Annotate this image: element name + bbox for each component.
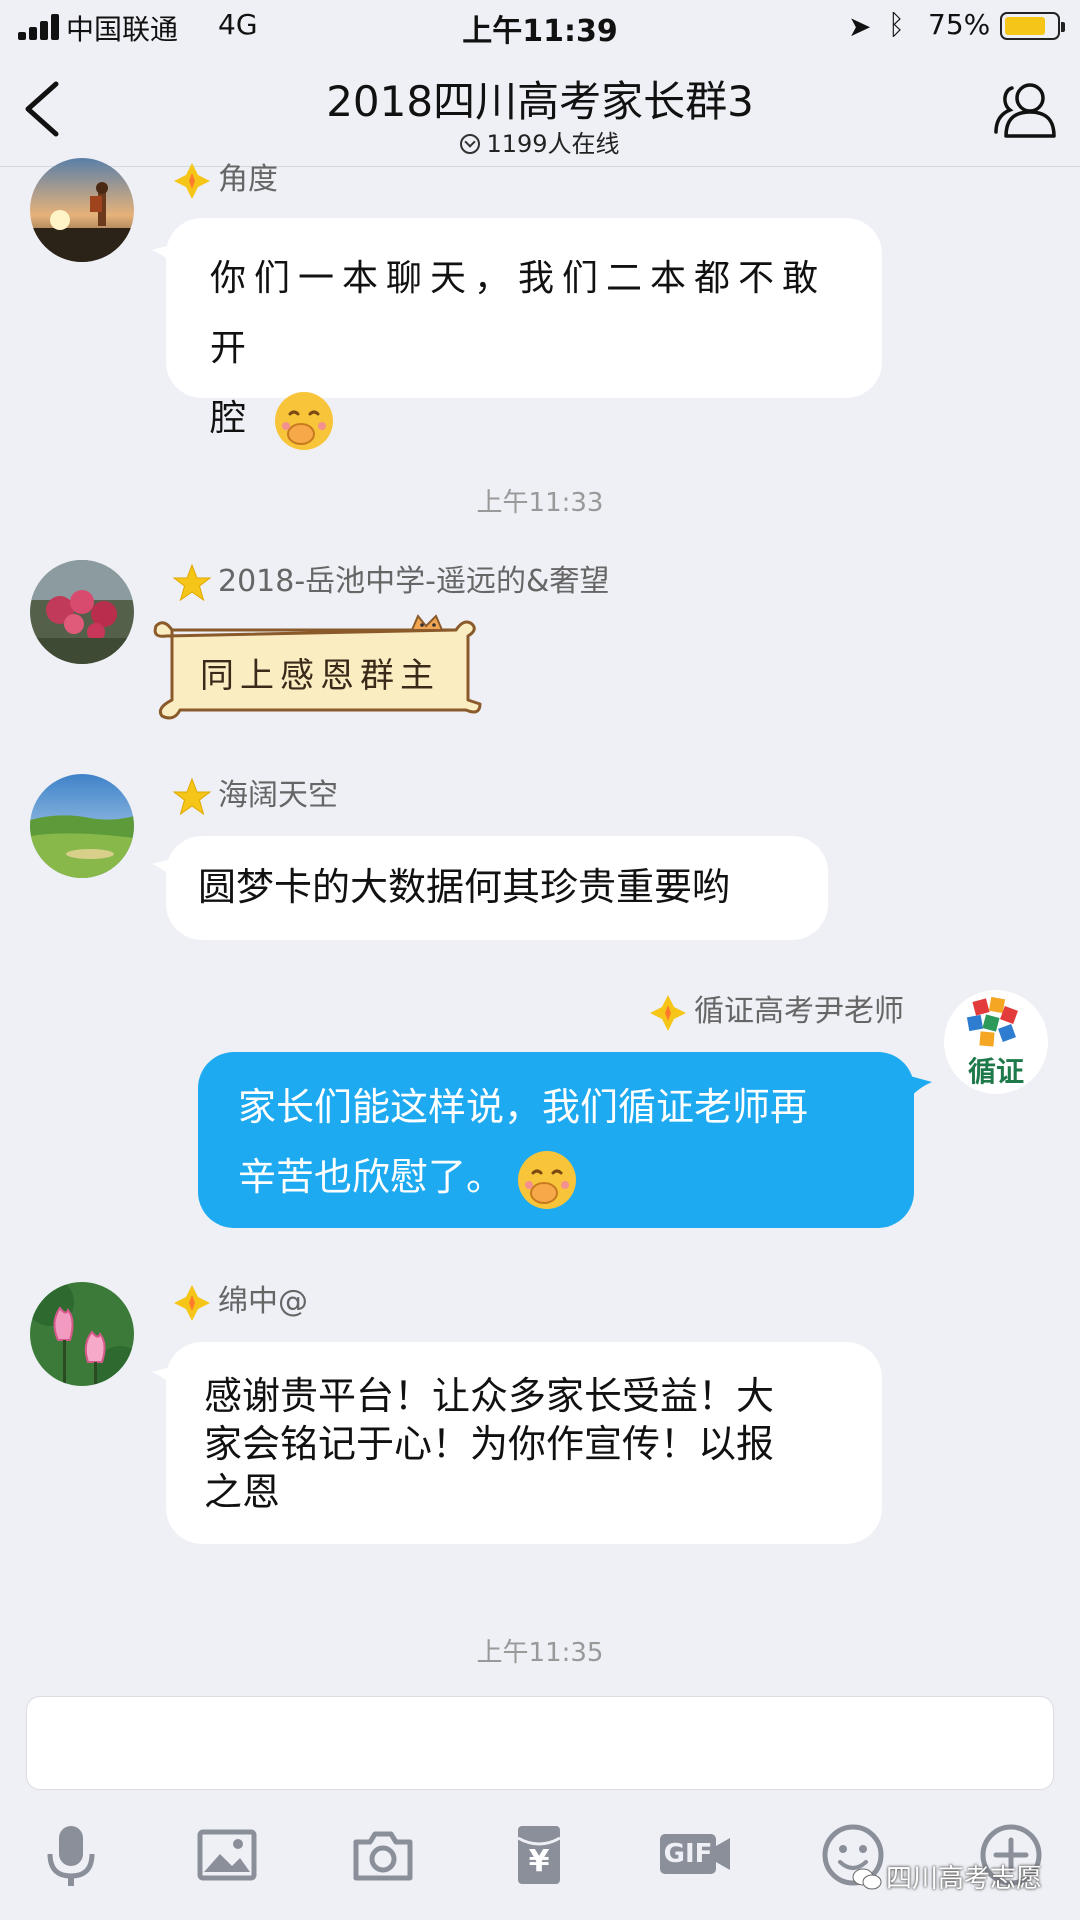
camera-icon[interactable] xyxy=(348,1820,418,1890)
wechat-icon xyxy=(852,1868,882,1890)
sender-name: 绵中@ xyxy=(172,1280,308,1324)
group-title[interactable]: 2018四川高考家长群3 xyxy=(0,68,1080,129)
sender-name: 循证高考尹老师 xyxy=(648,990,904,1034)
battery-icon xyxy=(1000,12,1065,40)
battery-percentage: 75% xyxy=(928,8,991,41)
timestamp: 上午11:35 xyxy=(476,1638,604,1668)
sender-name-text: 2018-岳池中学-遥远的&奢望 xyxy=(218,564,610,599)
message-text: 腔 xyxy=(210,398,255,439)
status-clock: 上午11:39 xyxy=(462,14,618,49)
sender-name-text: 绵中@ xyxy=(218,1284,308,1319)
group-members-icon[interactable] xyxy=(992,80,1058,140)
star-badge-icon xyxy=(172,777,212,815)
online-status-icon xyxy=(460,134,481,154)
sender-name: 海阔天空 xyxy=(172,774,338,818)
message-text: 圆梦卡的大数据何其珍贵重要哟 xyxy=(198,865,731,909)
star-badge-icon xyxy=(172,563,212,601)
message-text: 之恩 xyxy=(204,1470,281,1514)
red-packet-label: ¥ xyxy=(528,1844,550,1879)
timestamp: 上午11:33 xyxy=(476,488,604,518)
sender-name: 2018-岳池中学-遥远的&奢望 xyxy=(172,560,609,604)
message-input[interactable] xyxy=(26,1696,1054,1790)
avatar-xunzheng[interactable]: 循证 xyxy=(944,990,1048,1094)
covering-mouth-emoji-icon xyxy=(275,392,334,450)
image-icon[interactable] xyxy=(192,1820,262,1890)
status-bar: 中国联通 4G 上午11:39 ➤ ᛒ 75% xyxy=(0,0,1080,54)
avatar-label: 循证 xyxy=(967,1055,1024,1088)
watermark: 四川高考志愿 xyxy=(852,1858,1042,1895)
online-count-text: 1199人在线 xyxy=(486,130,620,158)
diamond-badge-icon xyxy=(174,1284,210,1321)
diamond-badge-icon xyxy=(650,994,686,1031)
message-text: 你们一本聊天，我们二本都不敢开 xyxy=(210,258,827,369)
sender-name: 角度 xyxy=(172,158,278,202)
message-text-line2: 腔 xyxy=(210,384,838,454)
watermark-text: 四川高考志愿 xyxy=(886,1864,1043,1894)
message-bubble[interactable]: 圆梦卡的大数据何其珍贵重要哟 xyxy=(166,836,828,940)
gif-icon[interactable]: GIF xyxy=(658,1820,730,1890)
sender-name-text: 循证高考尹老师 xyxy=(694,994,904,1029)
gif-label: GIF xyxy=(663,1839,713,1869)
bluetooth-icon: ᛒ xyxy=(888,8,905,41)
avatar-jiaodu[interactable] xyxy=(30,158,134,262)
message-bubble-self[interactable]: 家长们能这样说，我们循证老师再 辛苦也欣慰了。 xyxy=(198,1052,914,1228)
avatar-yuanyuan[interactable] xyxy=(30,560,134,664)
message-text: 家长们能这样说，我们循证老师再 xyxy=(238,1085,809,1129)
sender-name-text: 海阔天空 xyxy=(218,778,338,813)
diamond-badge-icon xyxy=(174,162,210,199)
message-text: 同上感恩群主 xyxy=(200,656,440,696)
message-text: 辛苦也欣慰了。 xyxy=(238,1155,505,1199)
message-text: 家会铭记于心！为你作宣传！以报 xyxy=(204,1422,775,1466)
chat-header: 2018四川高考家长群3 1199人在线 xyxy=(0,54,1080,167)
location-arrow-icon: ➤ xyxy=(848,10,872,43)
avatar-mianzhong[interactable] xyxy=(30,1282,134,1386)
message-text: 感谢贵平台！让众多家长受益！大 xyxy=(204,1374,775,1418)
message-text-line2: 辛苦也欣慰了。 xyxy=(238,1142,874,1212)
covering-mouth-emoji-icon xyxy=(518,1150,577,1209)
sender-name-text: 角度 xyxy=(218,162,278,197)
red-packet-icon[interactable]: ¥ xyxy=(504,1820,574,1890)
message-bubble[interactable]: 你们一本聊天，我们二本都不敢开 腔 xyxy=(166,218,882,450)
sticker-bubble[interactable]: 同上感恩群主 xyxy=(150,612,486,726)
microphone-icon[interactable] xyxy=(36,1820,106,1890)
online-count: 1199人在线 xyxy=(0,124,1080,159)
message-bubble[interactable]: 感谢贵平台！让众多家长受益！大 家会铭记于心！为你作宣传！以报 之恩 xyxy=(166,1342,882,1544)
avatar-haikuotiankong[interactable] xyxy=(30,774,134,878)
